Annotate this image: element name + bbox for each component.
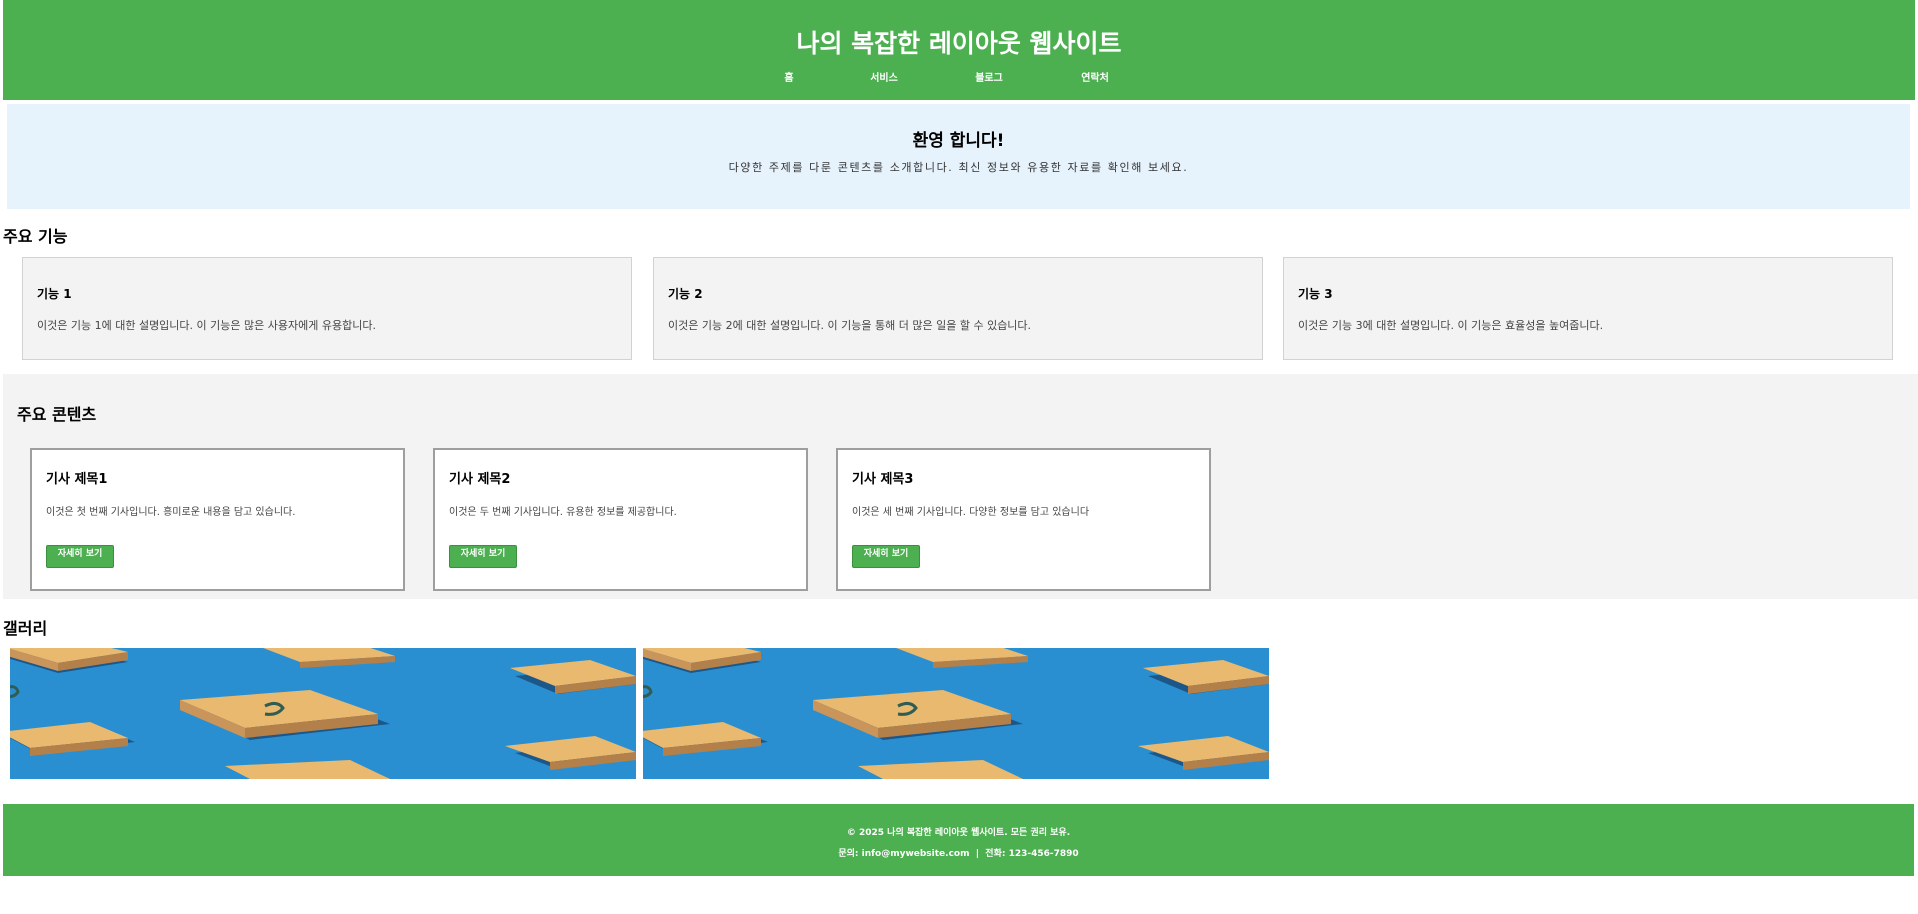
feature-text: 이것은 기능 1에 대한 설명입니다. 이 기능은 많은 사용자에게 유용합니다… <box>37 319 376 332</box>
footer-copyright: © 2025 나의 복잡한 레이아웃 웹사이트. 모든 권리 보유. <box>846 828 1071 838</box>
feature-card-3: 기능 3 이것은 기능 3에 대한 설명입니다. 이 기능은 효율성을 높여줍니… <box>1283 257 1893 360</box>
article-text: 이것은 두 번째 기사입니다. 유용한 정보를 제공합니다. <box>449 507 677 518</box>
article-title: 기사 제목1 <box>46 472 108 487</box>
footer-contact: 문의: info@mywebsite.com | 전화: 123-456-789… <box>838 849 1079 859</box>
gallery-image-1 <box>10 648 636 779</box>
article-title: 기사 제목3 <box>852 472 914 487</box>
hero-title: 환영 합니다! <box>912 131 1005 151</box>
site-footer: © 2025 나의 복잡한 레이아웃 웹사이트. 모든 권리 보유. 문의: i… <box>3 804 1914 876</box>
features-heading: 주요 기능 <box>3 227 68 246</box>
hero-text: 다양한 주제를 다룬 콘텐츠를 소개합니다. 최신 정보와 유용한 자료를 확인… <box>728 161 1189 174</box>
site-header: 나의 복잡한 레이아웃 웹사이트 홈 서비스 블로그 연락처 <box>3 0 1915 100</box>
feature-card-1: 기능 1 이것은 기능 1에 대한 설명입니다. 이 기능은 많은 사용자에게 … <box>22 257 632 360</box>
hero-section: 환영 합니다! 다양한 주제를 다룬 콘텐츠를 소개합니다. 최신 정보와 유용… <box>7 104 1910 209</box>
site-title: 나의 복잡한 레이아웃 웹사이트 <box>796 29 1122 58</box>
article-title: 기사 제목2 <box>449 472 511 487</box>
nav-link-blog[interactable]: 블로그 <box>975 69 1003 84</box>
nav-link-home[interactable]: 홈 <box>784 69 793 84</box>
article-card-1: 기사 제목1 이것은 첫 번째 기사입니다. 흥미로운 내용을 담고 있습니다.… <box>30 448 405 591</box>
feature-title: 기능 2 <box>668 287 703 301</box>
nav-link-services[interactable]: 서비스 <box>870 69 898 84</box>
article-card-2: 기사 제목2 이것은 두 번째 기사입니다. 유용한 정보를 제공합니다. 자세… <box>433 448 808 591</box>
feature-text: 이것은 기능 3에 대한 설명입니다. 이 기능은 효율성을 높여줍니다. <box>1298 319 1604 332</box>
article-text: 이것은 세 번째 기사입니다. 다양한 정보를 담고 있습니다 <box>852 507 1090 518</box>
article-card-3: 기사 제목3 이것은 세 번째 기사입니다. 다양한 정보를 담고 있습니다 자… <box>836 448 1211 591</box>
nav-link-contact[interactable]: 연락처 <box>1081 69 1109 84</box>
article-text: 이것은 첫 번째 기사입니다. 흥미로운 내용을 담고 있습니다. <box>46 507 296 518</box>
content-heading: 주요 콘텐츠 <box>17 405 97 424</box>
gallery-image-2 <box>643 648 1269 779</box>
feature-text: 이것은 기능 2에 대한 설명입니다. 이 기능을 통해 더 많은 일을 할 수… <box>668 319 1032 332</box>
read-more-button[interactable]: 자세히 보기 <box>852 545 920 568</box>
main-nav: 홈 서비스 블로그 연락처 <box>3 69 1915 84</box>
read-more-button[interactable]: 자세히 보기 <box>46 545 114 568</box>
read-more-button[interactable]: 자세히 보기 <box>449 545 517 568</box>
feature-title: 기능 3 <box>1298 287 1333 301</box>
feature-card-2: 기능 2 이것은 기능 2에 대한 설명입니다. 이 기능을 통해 더 많은 일… <box>653 257 1263 360</box>
gallery-heading: 갤러리 <box>3 619 48 638</box>
feature-title: 기능 1 <box>37 287 72 301</box>
